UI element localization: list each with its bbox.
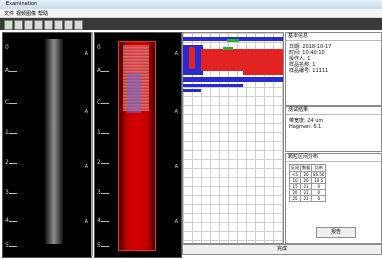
ruler-label: 5 — [97, 242, 101, 249]
panel-divider[interactable] — [91, 32, 93, 256]
report-button[interactable]: 报告 — [316, 227, 356, 238]
table-row: 10 20 10.5 — [289, 177, 327, 184]
info-title: 基本信息 — [286, 33, 381, 41]
table-cell: 0 — [310, 195, 327, 202]
ruler-label: 4 — [5, 217, 9, 224]
band-green — [227, 39, 239, 42]
menu-item-help[interactable]: 帮助 — [38, 10, 48, 17]
side-label: A — [84, 219, 88, 225]
menu-item-file[interactable]: 文件 — [4, 10, 14, 17]
menu-bar: 文件 视频图像 帮助 — [0, 9, 382, 18]
table-row: 25 23 0 — [289, 195, 327, 202]
side-label: A — [174, 164, 178, 170]
ruler-label: A — [5, 67, 10, 74]
ruler-label: 3 — [97, 189, 101, 196]
column-header: 区间 — [289, 164, 301, 172]
measure-icon[interactable] — [44, 20, 53, 30]
info-box: 基本信息 日期: 2018-10-17 时间: 10:40:10 操作人: 1 … — [285, 32, 382, 106]
ruler-label: 1 — [5, 129, 9, 136]
table-cell: 85.50 — [310, 171, 327, 178]
capture-icon[interactable] — [24, 20, 33, 30]
ruler-label: 2 — [5, 159, 9, 166]
band-red — [189, 47, 195, 69]
menu-item-video[interactable]: 视频图像 — [16, 10, 36, 17]
ruler-label: 3 — [5, 189, 9, 196]
info-sample-id: 样品编号: 11111 — [289, 68, 329, 74]
ruler-label: C — [5, 99, 10, 106]
image-panel-processed[interactable]: 0 A C 1 2 3 4 5 A A A A — [94, 32, 182, 258]
side-label: A — [84, 164, 88, 170]
distribution-title: 颗粒区间分布 — [286, 154, 381, 162]
table-cell: 23 — [300, 195, 312, 202]
ruler-label: 2 — [97, 159, 101, 166]
side-label: A — [84, 51, 88, 57]
band-red — [201, 49, 283, 71]
ruler-label: 5 — [5, 242, 9, 249]
finish-button[interactable]: 完成 — [182, 244, 382, 255]
distribution-table: 区间 数量 比例 <5 20 85.50 10 20 10.5 15 21 0 20 21 0 … — [289, 164, 327, 202]
side-label: A — [174, 219, 178, 225]
band-red — [243, 71, 283, 75]
band-green — [223, 47, 233, 50]
band-blue — [183, 84, 243, 87]
band-blue — [183, 89, 201, 92]
ruler-label: A — [97, 67, 102, 74]
settings-icon[interactable] — [74, 20, 83, 30]
ruler-label: C — [97, 99, 102, 106]
report-icon[interactable] — [64, 20, 73, 30]
ruler-label: 0 — [97, 44, 101, 51]
window-title: Examination — [6, 1, 38, 7]
ruler-label: 1 — [97, 129, 101, 136]
toolbar — [0, 18, 382, 30]
gel-lane — [45, 39, 63, 244]
image-panel-original[interactable]: 0 A C 1 2 3 4 5 A A A A — [2, 32, 92, 258]
detection-grid[interactable] — [182, 32, 284, 244]
side-label: A — [174, 109, 178, 115]
measure-box: 测试结果 带宽度: 24 um Hagman: 6.1 — [285, 106, 382, 152]
column-header: 比例 — [310, 164, 327, 172]
measure-hagman: Hagman: 6.1 — [289, 124, 322, 130]
measure-width: 带宽度: 24 um — [289, 118, 324, 124]
zoom-icon[interactable] — [34, 20, 43, 30]
table-cell: 25 — [289, 195, 301, 202]
save-icon[interactable] — [14, 20, 23, 30]
side-label: A — [84, 109, 88, 115]
side-label: A — [174, 51, 178, 57]
table-header-row: 区间 数量 比例 — [289, 164, 327, 172]
measure-title: 测试结果 — [286, 107, 381, 115]
band-blue — [183, 77, 283, 82]
ruler-label: 4 — [97, 217, 101, 224]
column-header: 数量 — [300, 164, 312, 172]
distribution-box: 颗粒区间分布 区间 数量 比例 <5 20 85.50 10 20 10.5 15 21 0… — [285, 153, 382, 244]
blue-marker — [127, 73, 141, 113]
analyze-icon[interactable] — [54, 20, 63, 30]
open-icon[interactable] — [4, 20, 13, 30]
table-row: <5 20 85.50 — [289, 171, 327, 178]
ruler-label: 0 — [5, 44, 9, 51]
